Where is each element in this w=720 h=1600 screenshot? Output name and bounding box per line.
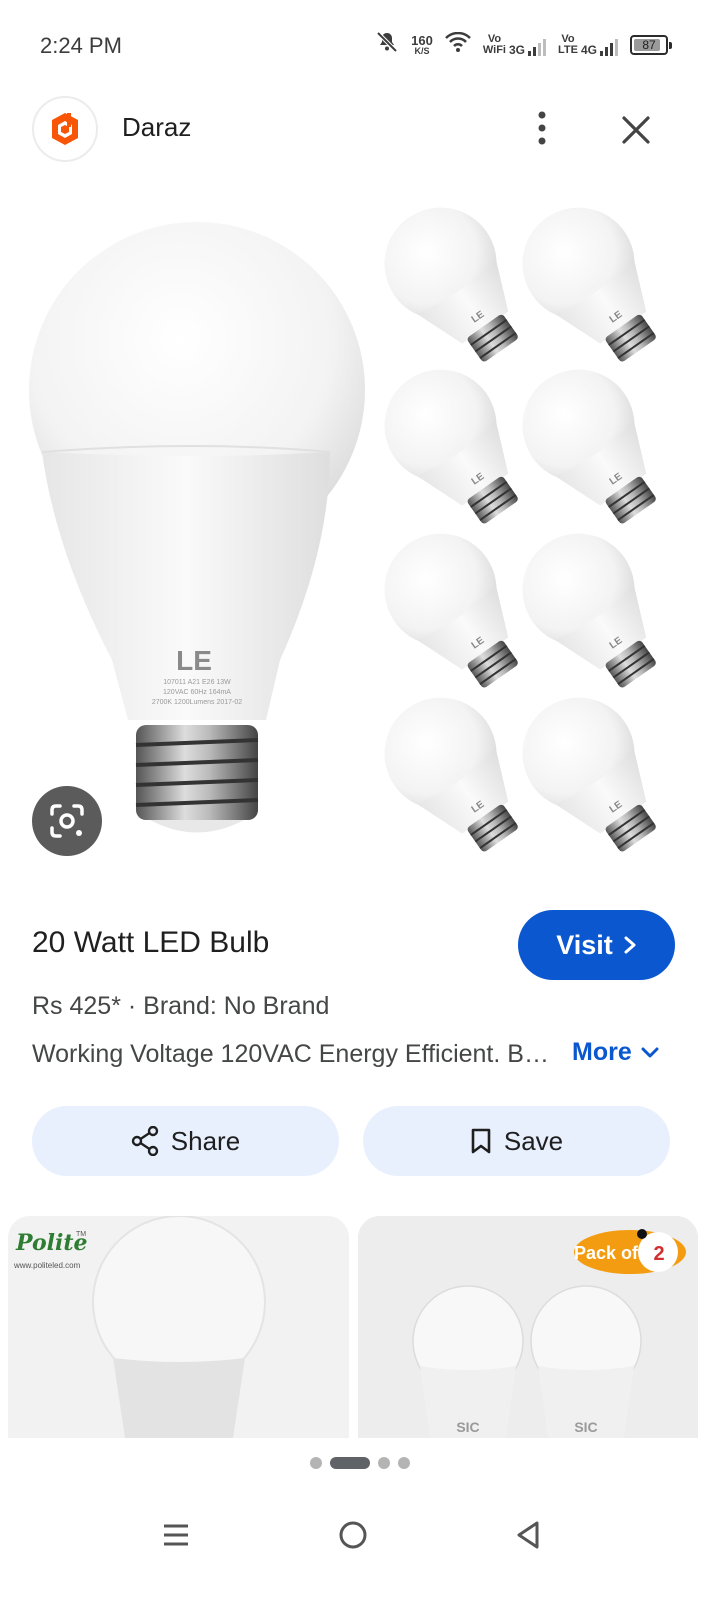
pagination-dot [378, 1457, 390, 1469]
visit-button[interactable]: Visit [518, 910, 675, 980]
signal-sim1: Vo WiFi 3G [483, 33, 547, 56]
signal-bars-icon [528, 38, 547, 56]
bookmark-icon [471, 1128, 491, 1154]
pagination-dots [0, 1457, 720, 1469]
close-button[interactable] [612, 106, 660, 154]
more-options-button[interactable] [520, 106, 564, 150]
polite-tm: TM [76, 1231, 86, 1238]
related-result-card[interactable]: Polite TM www.politeled.com [8, 1216, 349, 1438]
product-image[interactable]: LE LE 107011 A21 E26 13W 120VAC 60Hz 164… [0, 184, 720, 880]
polite-url: www.politeled.com [13, 1261, 81, 1270]
product-description: Working Voltage 120VAC Energy Efficient.… [32, 1040, 562, 1068]
pagination-dot [398, 1457, 410, 1469]
save-label: Save [503, 1125, 564, 1156]
app-header: Daraz [0, 92, 720, 172]
daraz-logo [32, 96, 98, 162]
signal-bars-icon [600, 38, 618, 56]
product-title: 20 Watt LED Bulb [32, 926, 270, 959]
system-nav-bar [0, 1495, 720, 1600]
wifi-icon [444, 31, 471, 57]
save-button[interactable]: Save [363, 1106, 670, 1176]
pagination-dot-active [330, 1457, 370, 1469]
price-brand-line: Rs 425* · Brand: No Brand [32, 992, 330, 1020]
status-bar: 2:24 PM 160 K/S Vo WiFi 3G Vo LTE 4G 87 [0, 0, 720, 92]
sic-2: SIC [574, 1419, 597, 1435]
share-button[interactable]: Share [32, 1106, 339, 1176]
bulb-spec-2: 120VAC 60Hz 164mA [163, 689, 231, 696]
signal-sim2: Vo LTE 4G [558, 33, 618, 56]
menu-icon [164, 1524, 188, 1546]
status-icons: 160 K/S Vo WiFi 3G Vo LTE 4G 87 [375, 30, 672, 59]
chevron-down-icon [641, 1047, 659, 1057]
recent-apps-button[interactable] [146, 1505, 206, 1565]
back-button[interactable] [498, 1505, 558, 1565]
lens-icon [50, 804, 84, 838]
chevron-right-icon [624, 936, 636, 954]
sic-1: SIC [456, 1419, 479, 1435]
share-icon [131, 1126, 158, 1156]
home-circle-icon [339, 1521, 367, 1549]
bulb-spec-1: 107011 A21 E26 13W [163, 679, 231, 686]
status-time: 2:24 PM [40, 33, 122, 58]
pagination-dot [310, 1457, 322, 1469]
back-triangle-icon [517, 1521, 539, 1549]
more-button[interactable]: More [572, 1038, 660, 1067]
bulb-brand: LE [176, 645, 212, 676]
pack-num: 2 [653, 1243, 664, 1265]
net-speed: 160 K/S [411, 32, 433, 56]
battery-icon: 87 [630, 34, 672, 55]
pack-text: Pack of [574, 1243, 639, 1263]
bulb-spec-3: 2700K 1200Lumens 2017-02 [152, 699, 242, 706]
share-label: Share [170, 1125, 241, 1156]
app-name: Daraz [122, 112, 192, 142]
visit-label: Visit [556, 929, 613, 960]
related-result-card[interactable]: Pack of 2 SIC SIC [358, 1216, 698, 1438]
home-button[interactable] [323, 1505, 383, 1565]
bell-off-icon [375, 30, 399, 59]
google-lens-button[interactable] [32, 786, 102, 856]
